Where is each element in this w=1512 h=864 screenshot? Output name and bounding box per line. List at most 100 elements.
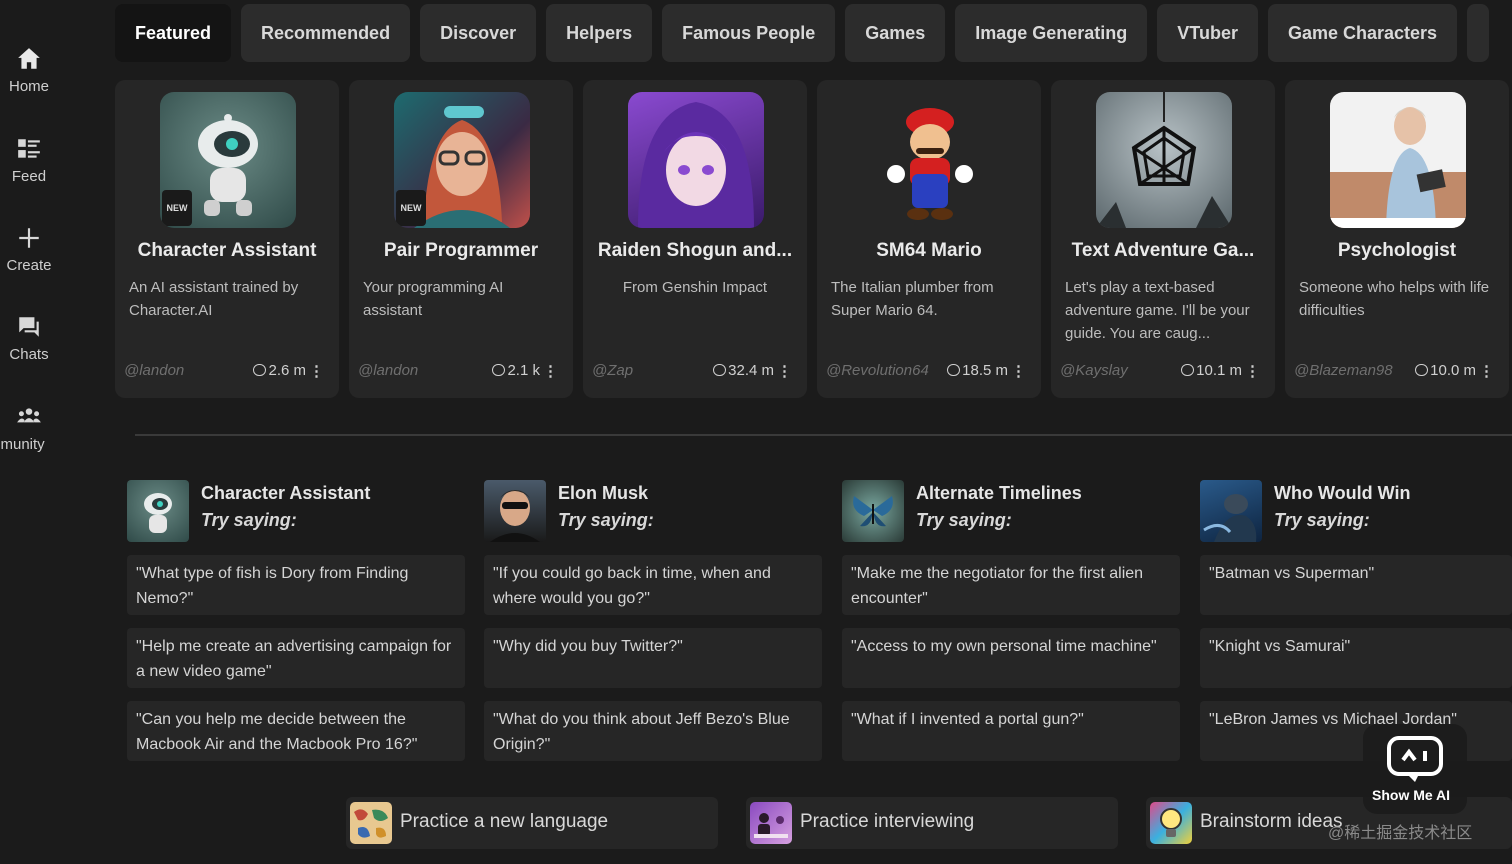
category-label: Practice interviewing [800,811,975,832]
plus-icon [19,228,39,248]
more-options-icon[interactable]: ⋮ [777,362,792,380]
nav-community-label: mmunity [0,436,45,453]
chat-count-value: 18.5 m [962,362,1008,379]
try-saying-label: Try saying: [1274,510,1370,530]
home-icon [18,48,40,69]
prompt-suggestion[interactable]: "Can you help me decide between the Macb… [127,701,465,761]
prompt-suggestion[interactable]: "What type of fish is Dory from Finding … [127,555,465,615]
category-chip-practice-language[interactable]: Practice a new language [346,797,718,849]
chat-count: 2.6 m [253,362,306,379]
tab-image-generating[interactable]: Image Generating [955,4,1148,62]
card-author[interactable]: @Kayslay [1060,362,1128,379]
card-title: Text Adventure Ga... [1071,240,1255,261]
more-options-icon[interactable]: ⋮ [1479,362,1494,380]
more-options-icon[interactable]: ⋮ [309,362,324,380]
who-would-win-thumbnail[interactable] [1200,480,1262,542]
tab-helpers[interactable]: Helpers [546,4,653,62]
watermark-brand: Show Me AI [1372,787,1451,803]
tab-vtuber[interactable]: VTuber [1157,4,1258,62]
column-character-name[interactable]: Character Assistant [201,483,370,504]
card-footer: @landon 2.1 k ⋮ [358,362,568,382]
chat-count: 10.1 m [1181,362,1242,379]
tab-games[interactable]: Games [845,4,946,62]
nav-home-label: Home [8,78,49,95]
more-options-icon[interactable]: ⋮ [1245,362,1260,380]
lightbulb-icon [1150,802,1192,844]
chat-bubble-icon [947,364,961,376]
tab-discover[interactable]: Discover [420,4,537,62]
nav-community[interactable]: mmunity [0,404,58,453]
card-author[interactable]: @Blazeman98 [1294,362,1393,379]
card-footer: @Blazeman98 10.0 m ⋮ [1294,362,1504,382]
tab-recommended[interactable]: Recommended [241,4,411,62]
more-options-icon[interactable]: ⋮ [1011,362,1026,380]
nav-chats[interactable]: Chats [0,314,58,363]
column-character-name[interactable]: Elon Musk [558,483,648,504]
tab-more[interactable] [1467,4,1490,62]
chat-count-value: 10.0 m [1430,362,1476,379]
column-character-name[interactable]: Alternate Timelines [916,483,1082,504]
nav-feed-label: Feed [11,168,47,185]
prompt-suggestion[interactable]: "Access to my own personal time machine" [842,628,1180,688]
elon-musk-thumbnail[interactable] [484,480,546,542]
chat-count-value: 32.4 m [728,362,774,379]
card-footer: @Revolution64 18.5 m ⋮ [826,362,1036,382]
prompt-suggestion[interactable]: "What if I invented a portal gun?" [842,701,1180,761]
card-description: Someone who helps with life difficulties [1299,279,1490,319]
card-author[interactable]: @landon [124,362,184,379]
prompt-suggestion[interactable]: "What do you think about Jeff Bezo's Blu… [484,701,822,761]
character-card[interactable]: Text Adventure Ga... Let's play a text-b… [1051,80,1275,398]
chat-bubble-icon [713,364,727,376]
prompt-suggestion[interactable]: "Batman vs Superman" [1200,555,1512,615]
raiden-avatar-image [628,92,764,228]
try-saying-label: Try saying: [201,510,297,530]
card-description: Your programming AI assistant [363,279,504,319]
card-description: Let's play a text-based adventure game. … [1065,279,1250,342]
card-author[interactable]: @Revolution64 [826,362,929,379]
card-title: Raiden Shogun and... [597,240,793,261]
prompt-suggestion[interactable]: "Make me the negotiator for the first al… [842,555,1180,615]
robot-avatar-image: NEW [160,92,296,228]
nav-create-label: Create [6,257,52,274]
card-author[interactable]: @landon [358,362,418,379]
tab-game-characters[interactable]: Game Characters [1267,4,1458,62]
category-chip-practice-interviewing[interactable]: Practice interviewing [746,797,1118,849]
chat-bubble-icon [1415,364,1429,376]
more-options-icon[interactable]: ⋮ [543,362,558,380]
mario-avatar-image [862,92,998,228]
card-author[interactable]: @Zap [592,362,633,379]
chat-bubble-icon [1181,364,1195,376]
section-divider [135,434,1512,436]
chat-count-value: 10.1 m [1196,362,1242,379]
column-character-name[interactable]: Who Would Win [1274,483,1410,504]
nav-feed[interactable]: Feed [0,136,58,185]
prompt-suggestion[interactable]: "Help me create an advertising campaign … [127,628,465,688]
category-label: Practice a new language [400,811,609,832]
character-card[interactable]: SM64 Mario The Italian plumber from Supe… [817,80,1041,398]
character-card[interactable]: NEW Character Assistant An AI assistant … [115,80,339,398]
nav-chats-label: Chats [9,346,49,363]
try-saying-column: Elon Musk Try saying: "If you could go b… [484,480,824,770]
card-description: From Genshin Impact [622,279,768,296]
try-saying-column: Character Assistant Try saying: "What ty… [127,480,467,770]
butterfly-thumbnail[interactable] [842,480,904,542]
prompt-suggestion[interactable]: "If you could go back in time, when and … [484,555,822,615]
card-description: An AI assistant trained by Character.AI [129,279,299,319]
character-card[interactable]: Psychologist Someone who helps with life… [1285,80,1509,398]
tab-famous-people[interactable]: Famous People [662,4,836,62]
nav-home[interactable]: Home [0,46,58,95]
character-card[interactable]: Raiden Shogun and... From Genshin Impact… [583,80,807,398]
character-assistant-thumbnail[interactable] [127,480,189,542]
chat-icon [19,317,39,337]
character-card[interactable]: NEW Pair Programmer Your programming AI … [349,80,573,398]
card-description: The Italian plumber from Super Mario 64. [831,279,994,319]
card-footer: @landon 2.6 m ⋮ [124,362,334,382]
chat-count-value: 2.1 k [507,362,540,379]
nav-create[interactable]: Create [0,225,58,274]
psychologist-avatar-image [1330,92,1466,228]
prompt-suggestion[interactable]: "Why did you buy Twitter?" [484,628,822,688]
tab-featured[interactable]: Featured [115,4,232,62]
new-badge: NEW [162,190,192,226]
card-title: SM64 Mario [876,240,982,261]
prompt-suggestion[interactable]: "Knight vs Samurai" [1200,628,1512,688]
